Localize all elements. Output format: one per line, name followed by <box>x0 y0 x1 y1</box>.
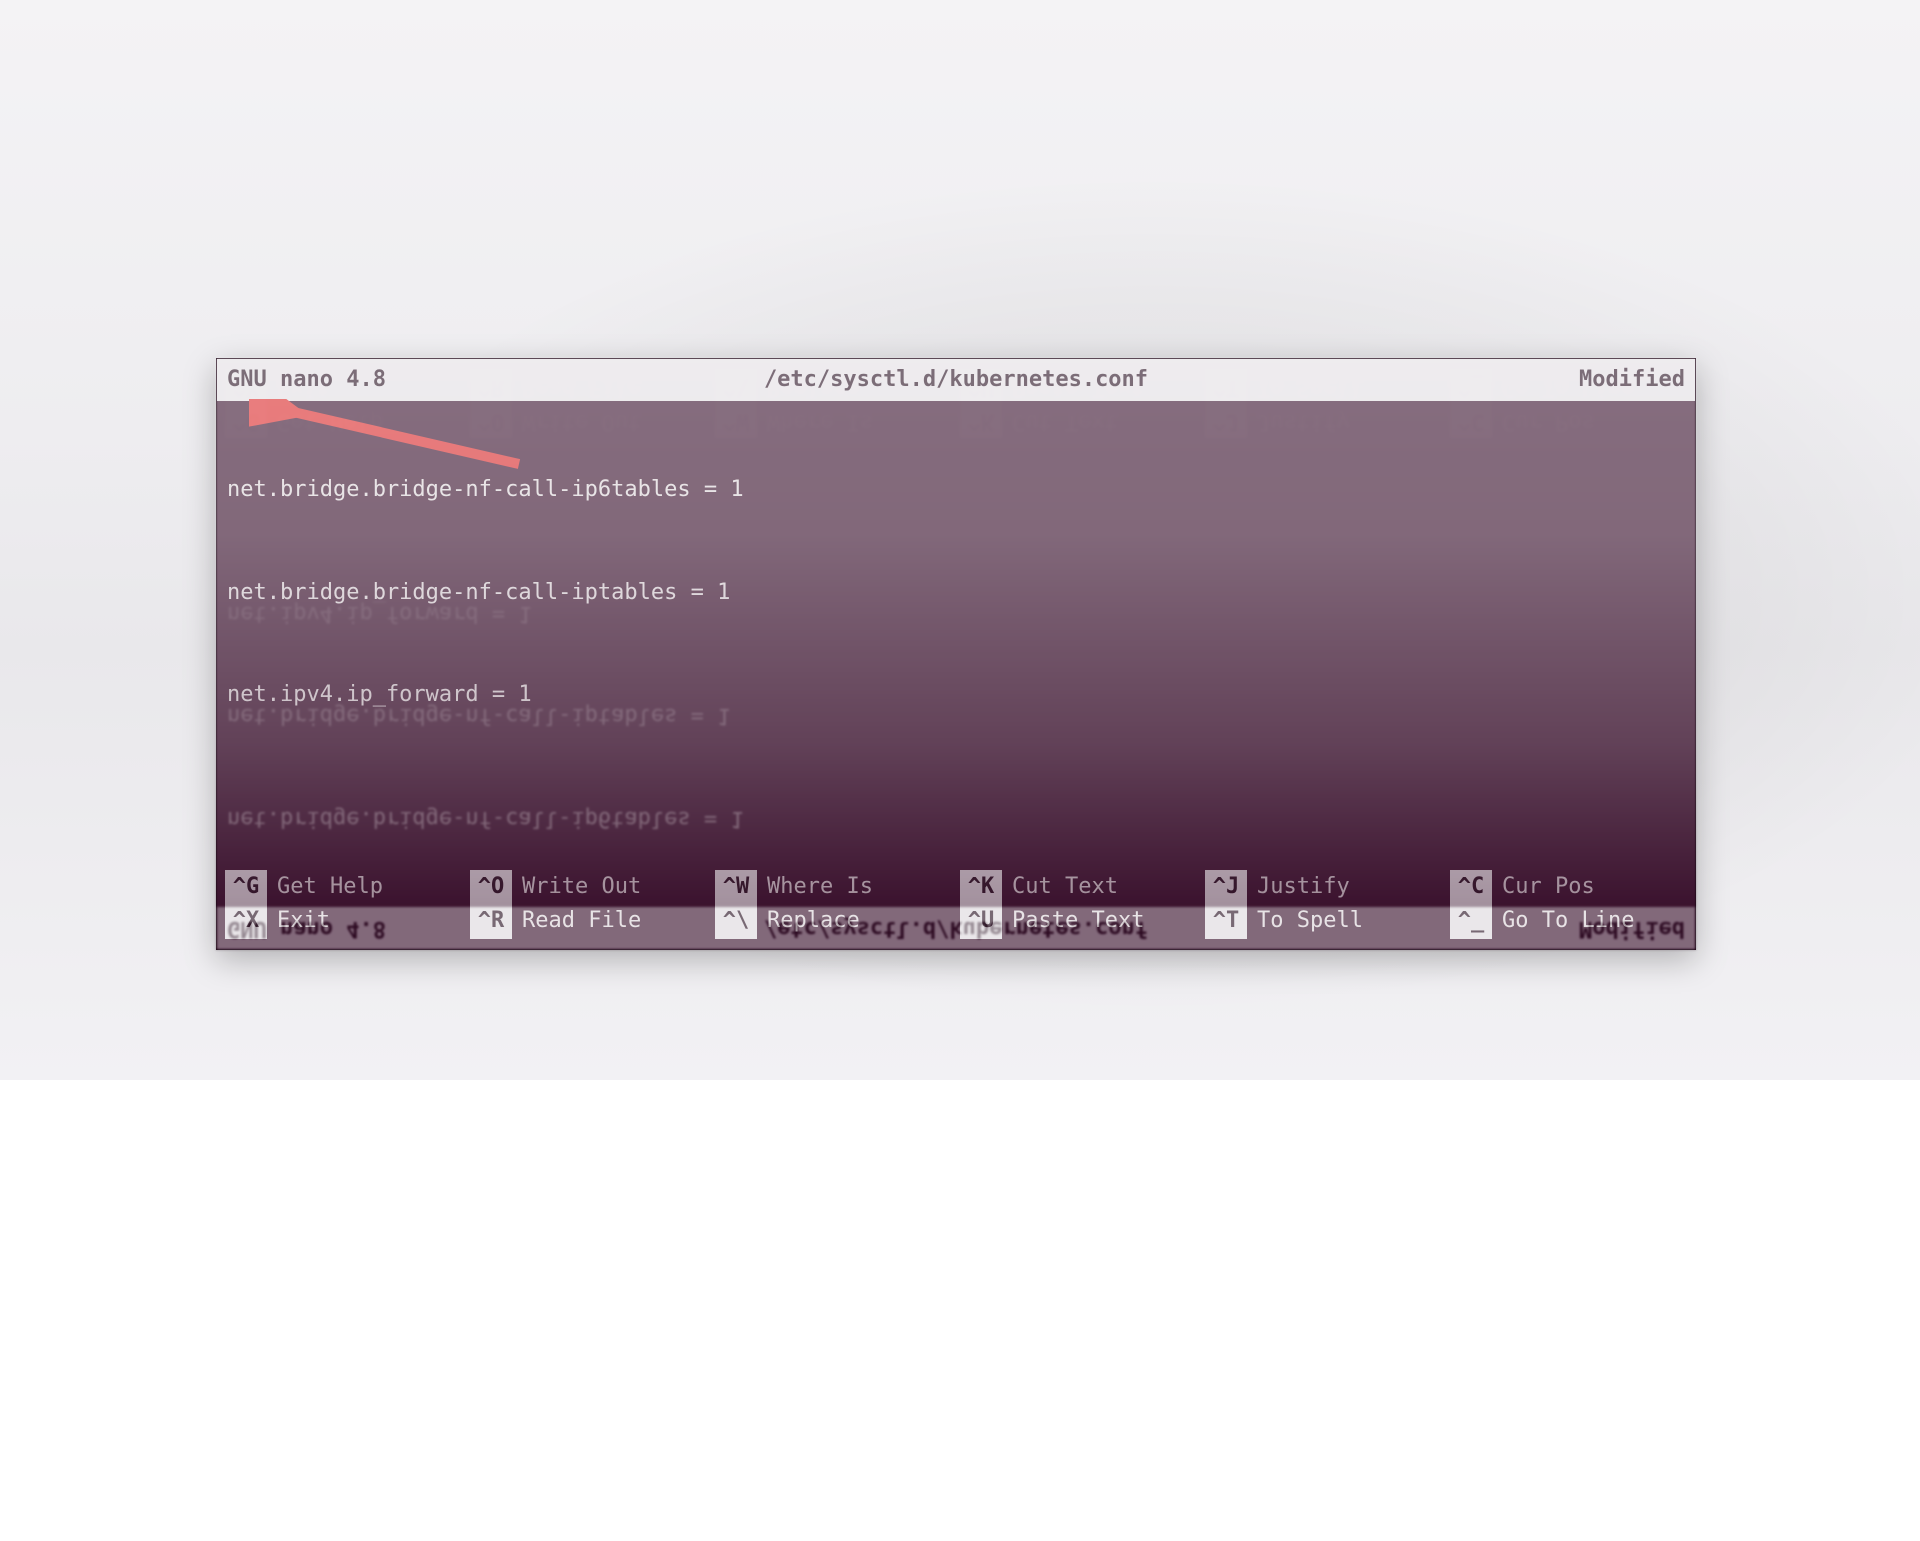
shortcut-where-is[interactable]: ^W Where Is <box>715 870 952 904</box>
shortcut-key: ^K <box>960 870 1002 904</box>
shortcut-paste-text[interactable]: ^U Paste Text <box>960 904 1197 938</box>
shortcut-label: Exit <box>277 904 330 938</box>
annotation-arrow-icon <box>249 399 549 479</box>
nano-window-wrapper: GNU nano 4.8 /etc/sysctl.d/kubernetes.co… <box>216 358 1696 1541</box>
nano-editor-window: GNU nano 4.8 /etc/sysctl.d/kubernetes.co… <box>216 358 1696 950</box>
shortcut-read-file[interactable]: ^R Read File <box>470 904 707 938</box>
shortcut-cur-pos[interactable]: ^C Cur Pos <box>1450 870 1687 904</box>
shortcut-key: ^W <box>715 870 757 904</box>
shortcut-label: Replace <box>767 904 860 938</box>
editor-line[interactable]: net.bridge.bridge-nf-call-ip6tables = 1 <box>227 473 1685 507</box>
shortcut-label: To Spell <box>1257 904 1363 938</box>
shortcut-key: ^X <box>225 904 267 938</box>
shortcut-cut-text[interactable]: ^K Cut Text <box>960 870 1197 904</box>
shortcut-key: ^T <box>1205 904 1247 938</box>
shortcut-key: ^\ <box>715 904 757 938</box>
shortcut-get-help[interactable]: ^G Get Help <box>225 870 462 904</box>
shortcut-label: Justify <box>1257 870 1350 904</box>
shortcut-to-spell[interactable]: ^T To Spell <box>1205 904 1442 938</box>
editor-line[interactable]: net.ipv4.ip_forward = 1 <box>227 678 1685 712</box>
nano-titlebar: GNU nano 4.8 /etc/sysctl.d/kubernetes.co… <box>217 359 1695 401</box>
shortcut-write-out[interactable]: ^O Write Out <box>470 870 707 904</box>
editor-line[interactable]: net.bridge.bridge-nf-call-iptables = 1 <box>227 576 1685 610</box>
shortcut-label: Paste Text <box>1012 904 1144 938</box>
shortcut-key: ^C <box>1450 870 1492 904</box>
shortcut-label: Cut Text <box>1012 870 1118 904</box>
shortcut-key: ^O <box>470 870 512 904</box>
shortcut-label: Go To Line <box>1502 904 1634 938</box>
shortcut-label: Get Help <box>277 870 383 904</box>
nano-shortcut-bar: ^G Get Help ^O Write Out ^W Where Is ^K … <box>217 866 1695 948</box>
shortcut-label: Write Out <box>522 870 641 904</box>
shortcut-key: ^G <box>225 870 267 904</box>
shortcut-key: ^J <box>1205 870 1247 904</box>
shortcut-label: Cur Pos <box>1502 870 1595 904</box>
shortcut-justify[interactable]: ^J Justify <box>1205 870 1442 904</box>
shortcut-label: Where Is <box>767 870 873 904</box>
nano-modified-label: Modified <box>1579 363 1685 397</box>
shortcut-key: ^_ <box>1450 904 1492 938</box>
shortcut-go-to-line[interactable]: ^_ Go To Line <box>1450 904 1687 938</box>
nano-file-path: /etc/sysctl.d/kubernetes.conf <box>764 363 1148 397</box>
shortcut-label: Read File <box>522 904 641 938</box>
shortcut-replace[interactable]: ^\ Replace <box>715 904 952 938</box>
shortcut-exit[interactable]: ^X Exit <box>225 904 462 938</box>
shortcut-key: ^U <box>960 904 1002 938</box>
nano-editor-content[interactable]: net.bridge.bridge-nf-call-ip6tables = 1 … <box>217 401 1695 866</box>
nano-app-name: GNU nano 4.8 <box>227 363 386 397</box>
shortcut-key: ^R <box>470 904 512 938</box>
